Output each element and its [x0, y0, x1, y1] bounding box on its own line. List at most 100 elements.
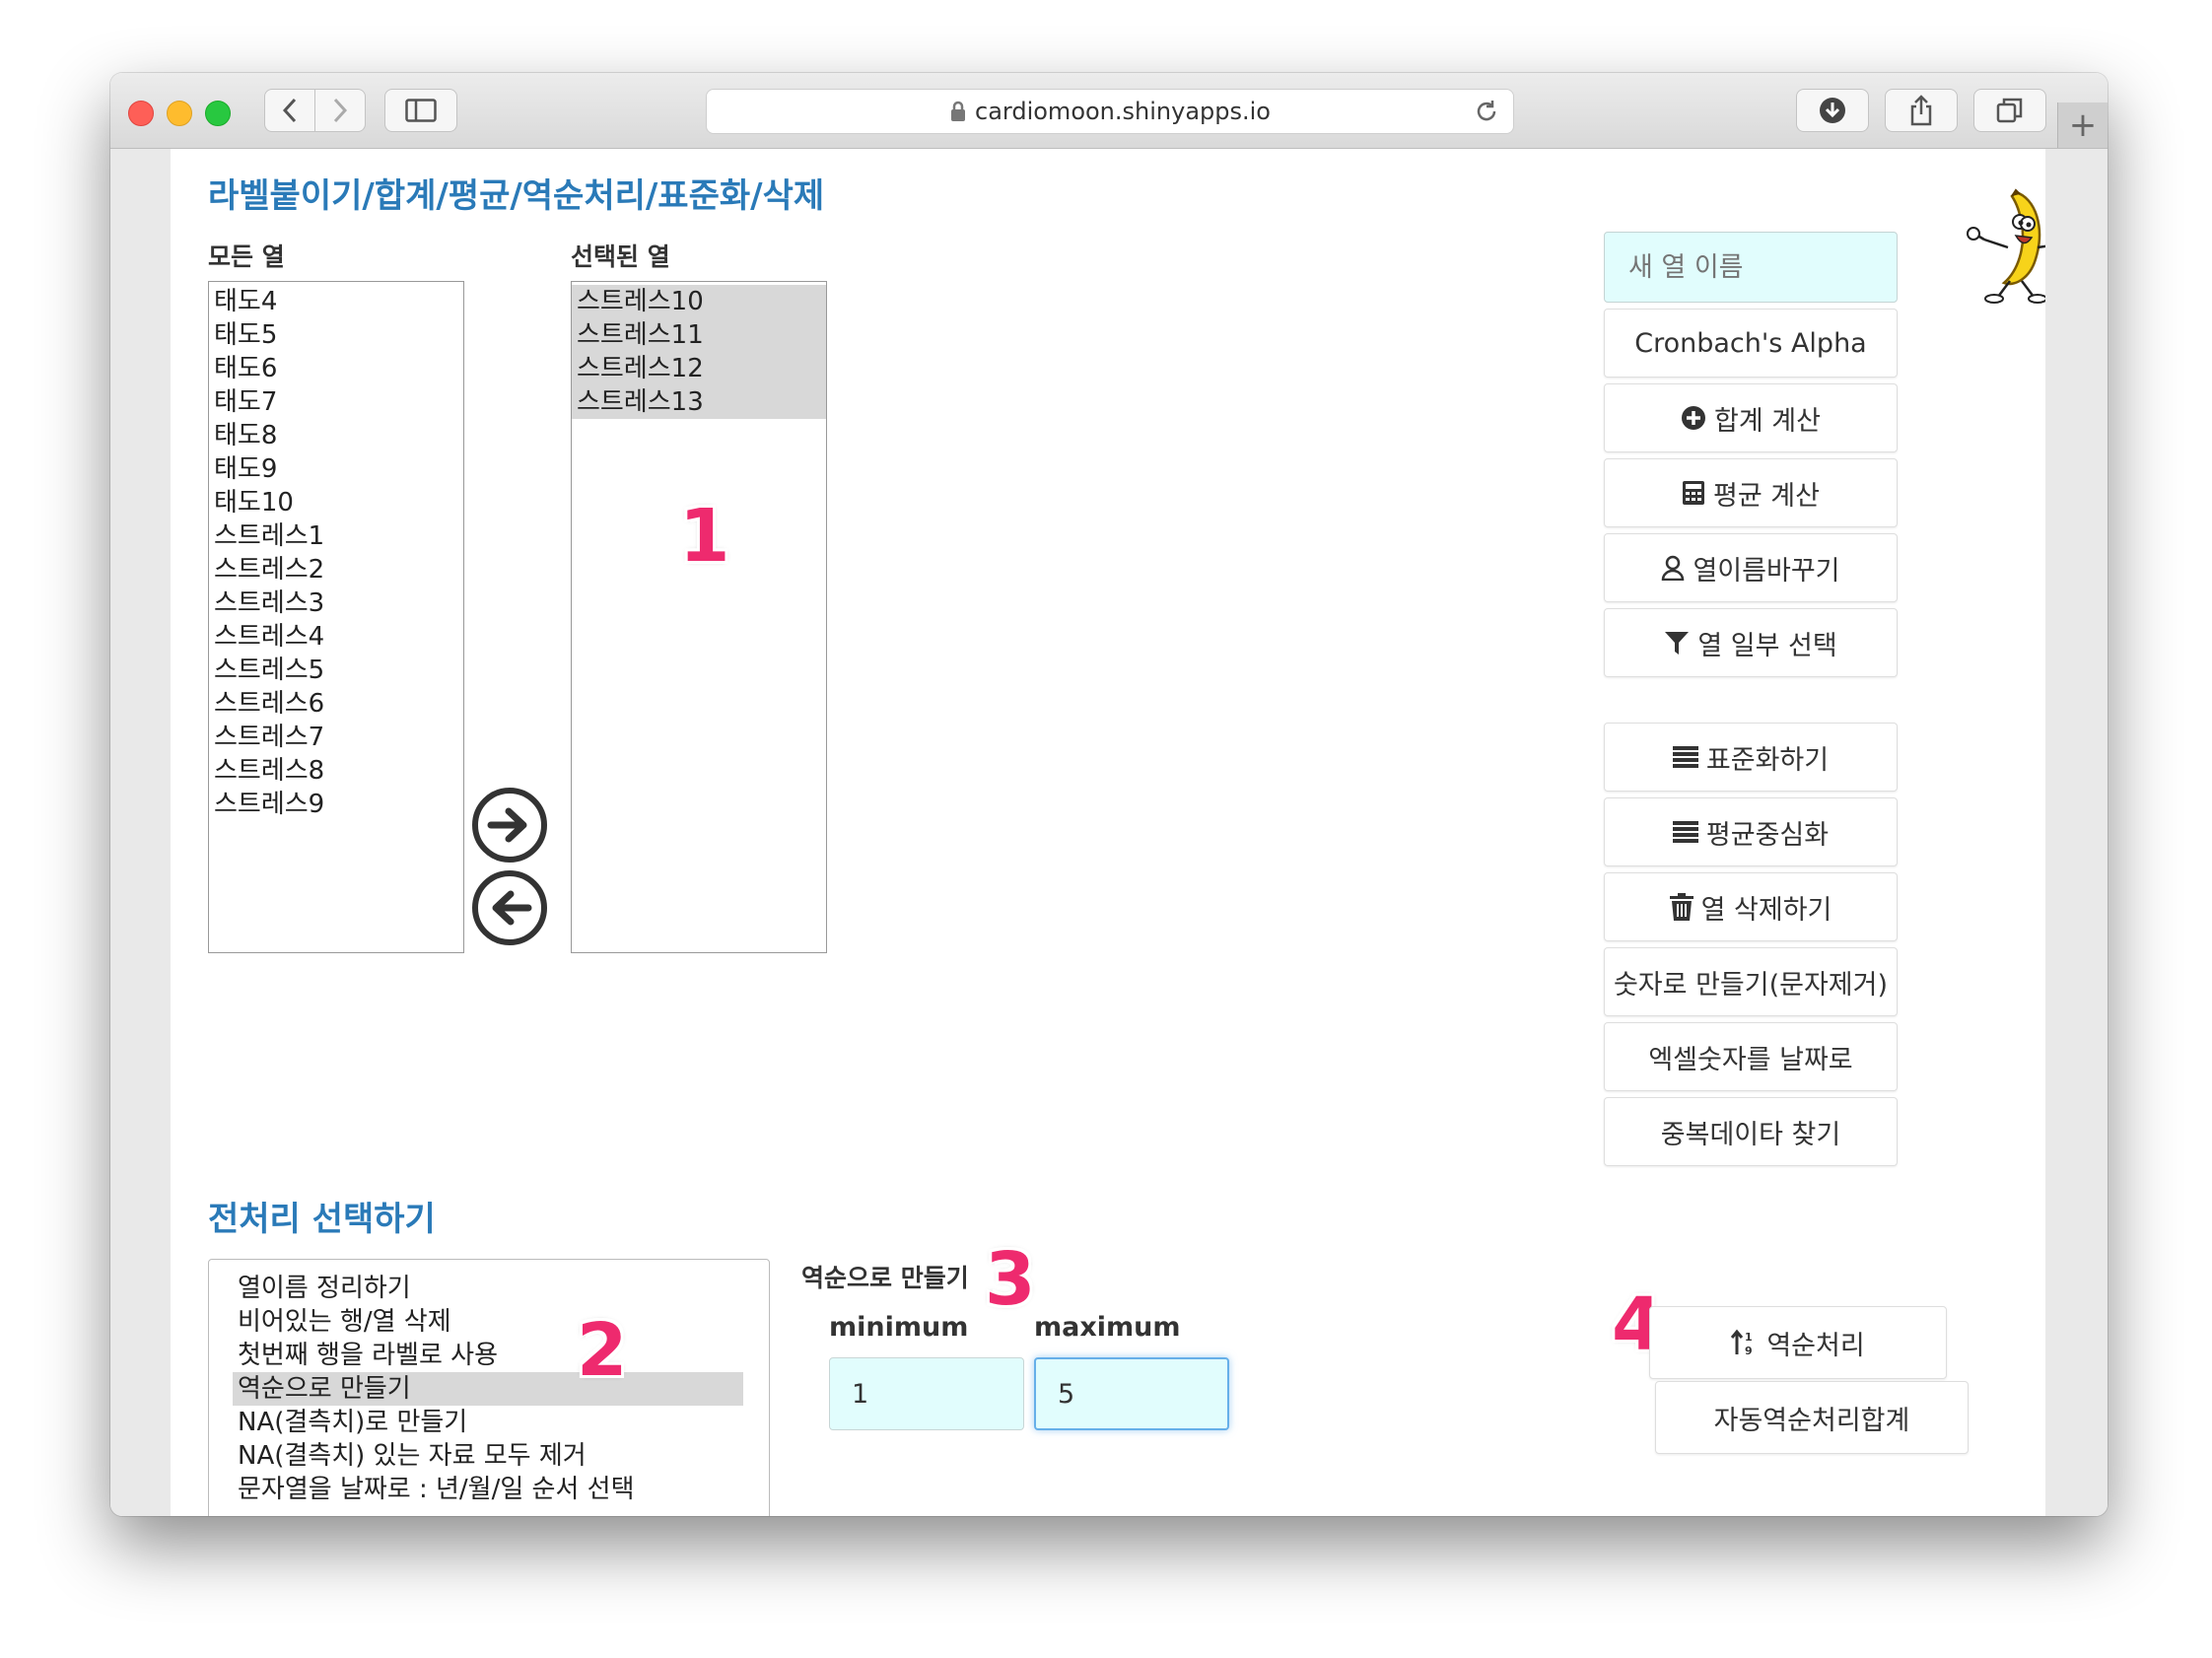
page: 라벨붙이기/합계/평균/역순처리/표준화/삭제 모든 열 선택된 열 태도4 태도… — [171, 149, 2045, 1516]
share-button[interactable] — [1885, 89, 1958, 132]
browser-toolbar: cardiomoon.shinyapps.io + — [110, 73, 2108, 149]
new-column-name-input[interactable] — [1604, 232, 1898, 303]
list-option[interactable]: 태도8 — [209, 419, 463, 452]
select-columns-button[interactable]: 열 일부 선택 — [1604, 608, 1898, 677]
mean-centering-label: 평균중심화 — [1705, 819, 1830, 851]
chevron-left-icon — [282, 98, 297, 123]
list-option[interactable]: 스트레스1 — [209, 519, 463, 553]
list-option[interactable]: 문자열을 날짜로 : 년/월/일 순서 선택 — [233, 1473, 743, 1506]
list-option[interactable]: 역순으로 만들기 — [233, 1372, 743, 1406]
auto-reverse-sum-label: 자동역순처리합계 — [1713, 1405, 1910, 1436]
banana-mascot-image — [1967, 188, 2045, 304]
all-columns-listbox[interactable]: 태도4 태도5 태도6 태도7 태도8 태도9 태도10 스트레스1 스트레스2 스트레스3 스트레… — [208, 281, 464, 953]
preprocess-listbox[interactable]: 열이름 정리하기 비어있는 행/열 삭제 첫번째 행을 라벨로 사용 역순으로 만들기… — [208, 1259, 770, 1516]
downloads-button[interactable] — [1796, 89, 1869, 132]
svg-text:1: 1 — [1745, 1331, 1753, 1344]
list-option[interactable]: 스트레스5 — [209, 654, 463, 687]
list-option[interactable]: 태도5 — [209, 318, 463, 352]
sum-label: 합계 계산 — [1714, 405, 1821, 437]
minimize-window-button[interactable] — [167, 101, 192, 126]
excel-date-button[interactable]: 엑셀숫자를 날짜로 — [1604, 1022, 1898, 1091]
browser-content: 라벨붙이기/합계/평균/역순처리/표준화/삭제 모든 열 선택된 열 태도4 태도… — [110, 149, 2108, 1516]
list-option[interactable]: 스트레스4 — [209, 620, 463, 654]
sum-button[interactable]: 합계 계산 — [1604, 383, 1898, 452]
cronbach-alpha-button[interactable]: Cronbach's Alpha — [1604, 309, 1898, 378]
sidebar-icon — [405, 99, 437, 122]
reverse-button-label: 역순처리 — [1766, 1330, 1865, 1361]
list-option[interactable]: NA(결측치) 있는 자료 모두 제거 — [233, 1439, 743, 1473]
list-option[interactable]: 첫번째 행을 라벨로 사용 — [233, 1339, 743, 1372]
chevron-right-icon — [333, 98, 348, 123]
mean-centering-button[interactable]: 평균중심화 — [1604, 797, 1898, 866]
back-button[interactable] — [264, 89, 315, 132]
list-option[interactable]: 스트레스6 — [209, 687, 463, 721]
add-column-button[interactable] — [472, 788, 547, 863]
lock-icon — [951, 101, 965, 121]
rename-columns-button[interactable]: 열이름바꾸기 — [1604, 533, 1898, 602]
remove-column-button[interactable] — [472, 870, 547, 945]
list-option[interactable]: 스트레스9 — [209, 788, 463, 821]
user-icon — [1662, 555, 1685, 581]
annotation-marker-3: 3 — [985, 1237, 1036, 1322]
select-columns-label: 열 일부 선택 — [1697, 630, 1837, 661]
section-title: 라벨붙이기/합계/평균/역순처리/표준화/삭제 — [208, 176, 825, 216]
minimum-input[interactable] — [829, 1357, 1024, 1430]
list-option[interactable]: 스트레스3 — [209, 587, 463, 620]
list-option[interactable]: 스트레스8 — [209, 754, 463, 788]
mean-button[interactable]: 평균 계산 — [1604, 458, 1898, 527]
find-duplicates-button[interactable]: 중복데이타 찾기 — [1604, 1097, 1898, 1166]
sort-numeric-icon: 19 — [1731, 1329, 1753, 1356]
cronbach-alpha-label: Cronbach's Alpha — [1634, 327, 1867, 359]
to-numeric-button[interactable]: 숫자로 만들기(문자제거) — [1604, 947, 1898, 1016]
list-option[interactable]: 태도7 — [209, 385, 463, 419]
maximum-label: maximum — [1034, 1312, 1181, 1343]
reload-icon[interactable] — [1474, 99, 1499, 124]
plus-icon: + — [2068, 105, 2098, 145]
list-option[interactable]: 태도10 — [209, 486, 463, 519]
close-window-button[interactable] — [128, 101, 154, 126]
list-option[interactable]: 스트레스2 — [209, 553, 463, 587]
minimum-label: minimum — [829, 1312, 969, 1343]
forward-button[interactable] — [314, 89, 366, 132]
all-columns-label: 모든 열 — [208, 242, 285, 271]
filter-icon — [1665, 632, 1690, 655]
selected-columns-listbox[interactable]: 스트레스10 스트레스11 스트레스12 스트레스13 — [571, 281, 827, 953]
list-option[interactable]: 태도4 — [209, 285, 463, 318]
reverse-button[interactable]: 19 역순처리 — [1649, 1306, 1947, 1379]
zoom-window-button[interactable] — [205, 101, 231, 126]
address-bar[interactable]: cardiomoon.shinyapps.io — [706, 89, 1514, 134]
calculator-icon — [1683, 481, 1705, 505]
browser-window: cardiomoon.shinyapps.io + 라벨붙이기/합계/평균/역순… — [110, 73, 2108, 1516]
arrow-right-icon — [487, 807, 527, 843]
list-option[interactable]: 열이름 정리하기 — [233, 1272, 743, 1305]
url-text: cardiomoon.shinyapps.io — [975, 98, 1271, 125]
sidebar-toggle-button[interactable] — [384, 89, 457, 132]
excel-date-label: 엑셀숫자를 날짜로 — [1648, 1044, 1853, 1075]
list-icon — [1672, 746, 1698, 768]
rename-columns-label: 열이름바꾸기 — [1693, 555, 1840, 587]
list-option[interactable]: 스트레스12 — [572, 352, 826, 385]
annotation-marker-1: 1 — [679, 494, 730, 579]
list-option[interactable]: 스트레스10 — [572, 285, 826, 318]
arrow-left-icon — [492, 890, 532, 926]
tabs-overview-button[interactable] — [1973, 89, 2046, 132]
list-option[interactable]: 스트레스13 — [572, 385, 826, 419]
selected-columns-label: 선택된 열 — [571, 242, 670, 271]
new-tab-button[interactable]: + — [2057, 103, 2108, 148]
list-icon — [1672, 821, 1698, 843]
standardize-button[interactable]: 표준화하기 — [1604, 723, 1898, 792]
list-option[interactable]: NA(결측치)로 만들기 — [233, 1406, 743, 1439]
delete-columns-button[interactable]: 열 삭제하기 — [1604, 872, 1898, 941]
download-icon — [1820, 98, 1845, 123]
preprocess-title: 전처리 선택하기 — [208, 1200, 436, 1239]
auto-reverse-sum-button[interactable]: 자동역순처리합계 — [1655, 1381, 1969, 1454]
list-option[interactable]: 태도6 — [209, 352, 463, 385]
list-option[interactable]: 스트레스7 — [209, 721, 463, 754]
list-option[interactable]: 태도9 — [209, 452, 463, 486]
standardize-label: 표준화하기 — [1705, 744, 1830, 776]
list-option[interactable]: 비어있는 행/열 삭제 — [233, 1305, 743, 1339]
maximum-input[interactable] — [1034, 1357, 1229, 1430]
to-numeric-label: 숫자로 만들기(문자제거) — [1613, 969, 1889, 1001]
list-option[interactable]: 스트레스11 — [572, 318, 826, 352]
svg-text:9: 9 — [1745, 1345, 1753, 1356]
